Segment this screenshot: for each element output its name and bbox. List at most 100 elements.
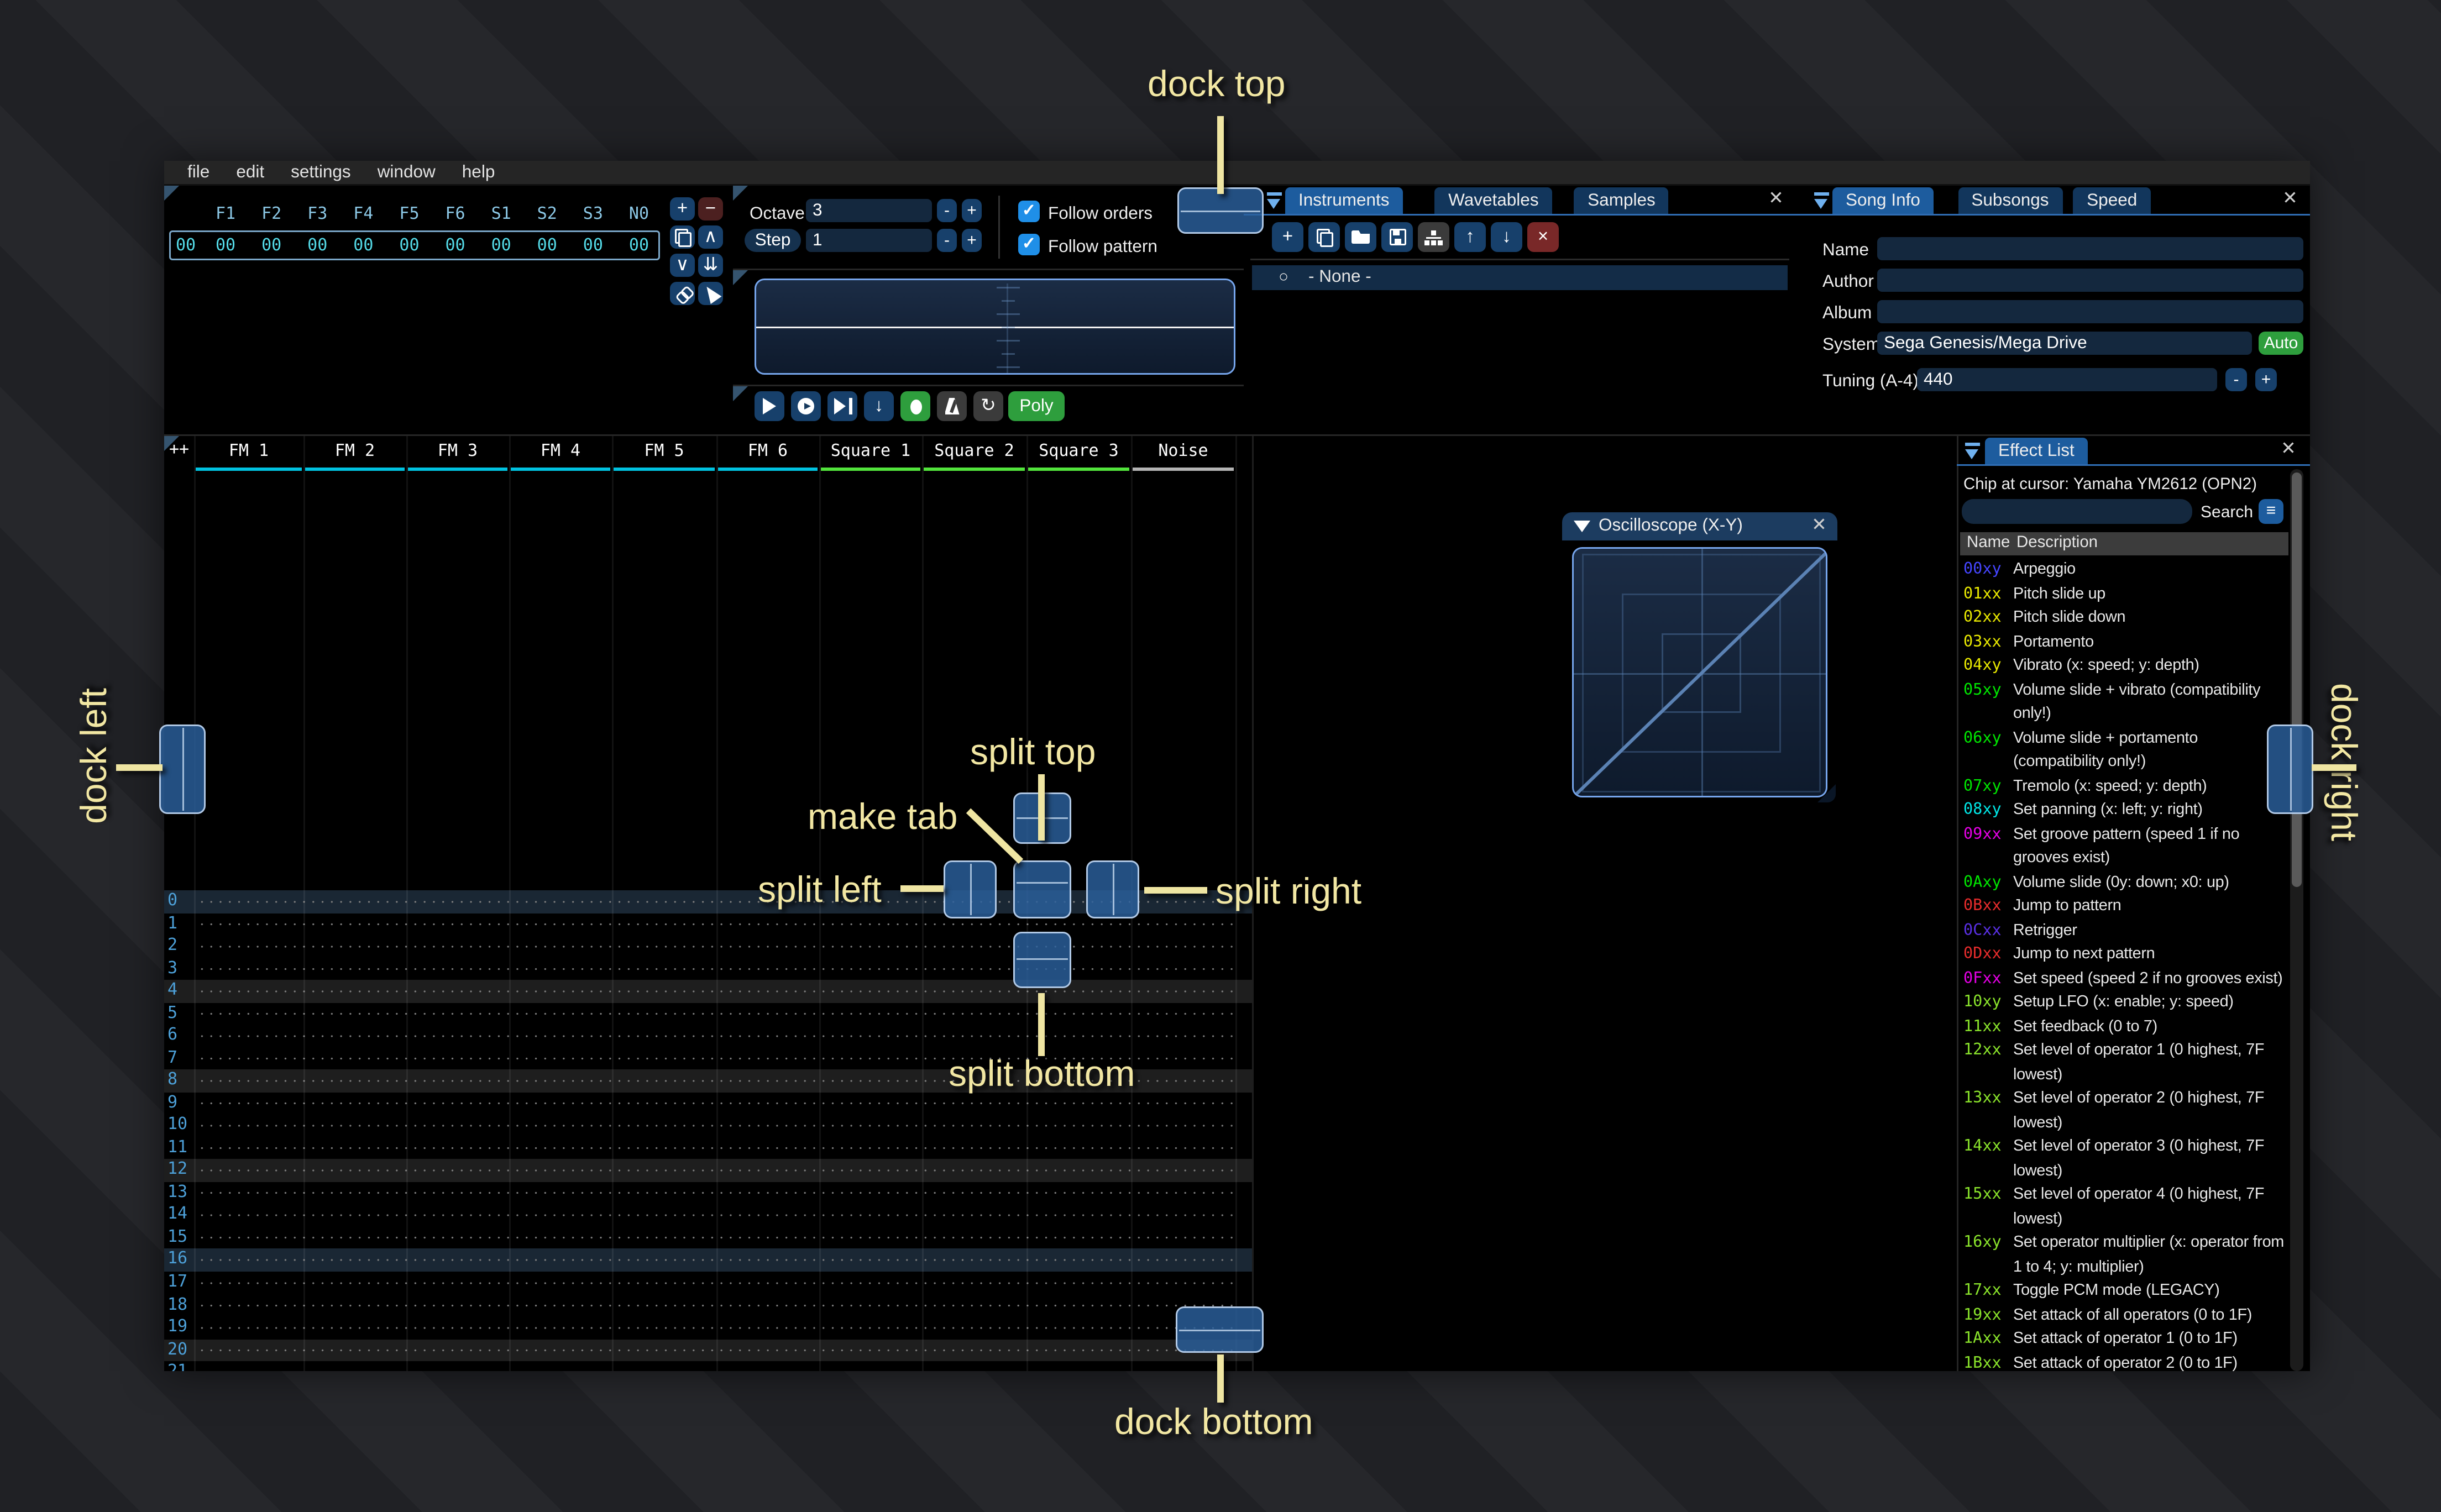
- effect-row[interactable]: 0Axy Volume slide (0y: down; x0: up): [1963, 872, 2288, 896]
- order-cell[interactable]: 00: [491, 237, 511, 255]
- pattern-row[interactable]: 12: [164, 1159, 1252, 1182]
- tab-subsongs[interactable]: Subsongs: [1958, 187, 2062, 214]
- order-cell[interactable]: 00: [583, 237, 603, 255]
- record-button[interactable]: [900, 391, 930, 421]
- pattern-row[interactable]: 13: [164, 1182, 1252, 1205]
- close-instruments-icon[interactable]: ✕: [1766, 189, 1786, 209]
- step-input[interactable]: 1: [806, 229, 932, 252]
- close-oscilloscope-icon[interactable]: ✕: [1809, 516, 1829, 536]
- order-cell[interactable]: 00: [353, 237, 373, 255]
- channel-header-fm-2[interactable]: FM 2: [303, 443, 406, 461]
- order-cell[interactable]: 00: [399, 237, 419, 255]
- channel-header-fm-3[interactable]: FM 3: [406, 443, 509, 461]
- delete-instrument-button[interactable]: ×: [1527, 222, 1559, 252]
- tab-instruments[interactable]: Instruments: [1285, 187, 1403, 214]
- order-cell[interactable]: 00: [537, 237, 557, 255]
- collapse-panel-icon[interactable]: [1813, 191, 1832, 211]
- name-input[interactable]: [1877, 237, 2303, 260]
- tab-song-info[interactable]: Song Info: [1832, 187, 1934, 214]
- effect-search-input[interactable]: [1962, 499, 2192, 524]
- duplicate-order-button[interactable]: [670, 225, 695, 249]
- move-instrument-up-button[interactable]: ↑: [1454, 222, 1486, 252]
- menu-item-file[interactable]: file: [174, 160, 223, 185]
- effect-row[interactable]: 04xy Vibrato (x: speed; y: depth): [1963, 655, 2288, 679]
- pattern-row[interactable]: 15: [164, 1226, 1252, 1250]
- effect-row[interactable]: 01xx Pitch slide up: [1963, 583, 2288, 607]
- effect-row[interactable]: 02xx Pitch slide down: [1963, 607, 2288, 631]
- pattern-row[interactable]: 5: [164, 1002, 1252, 1025]
- pattern-row[interactable]: 11: [164, 1137, 1252, 1160]
- pattern-row[interactable]: 19: [164, 1316, 1252, 1339]
- effect-row[interactable]: 03xx Portamento: [1963, 631, 2288, 655]
- order-cell[interactable]: 00: [446, 237, 465, 255]
- menu-item-help[interactable]: help: [449, 160, 509, 185]
- oscilloscope-window[interactable]: Oscilloscope (X-Y) ✕: [1562, 512, 1837, 804]
- effect-row[interactable]: 12xx Set level of operator 1 (0 highest, …: [1963, 1040, 2288, 1088]
- effect-row[interactable]: 19xx Set attack of all operators (0 to 1F…: [1963, 1304, 2288, 1329]
- order-change-mode-button[interactable]: [698, 282, 723, 305]
- remove-order-button[interactable]: −: [698, 197, 723, 221]
- menu-item-window[interactable]: window: [364, 160, 449, 185]
- effect-row[interactable]: 0Bxx Jump to pattern: [1963, 895, 2288, 920]
- metronome-button[interactable]: [937, 391, 967, 421]
- tab-effect-list[interactable]: Effect List: [1985, 438, 2088, 464]
- duplicate-instrument-button[interactable]: [1308, 222, 1340, 252]
- save-instrument-button[interactable]: [1381, 222, 1413, 252]
- effect-row[interactable]: 1Bxx Set attack of operator 2 (0 to 1F): [1963, 1352, 2288, 1372]
- octave-decrease-button[interactable]: -: [937, 199, 957, 222]
- add-instrument-button[interactable]: +: [1272, 222, 1303, 252]
- pattern-row[interactable]: 10: [164, 1114, 1252, 1137]
- step-increase-button[interactable]: +: [962, 229, 982, 252]
- effect-row[interactable]: 11xx Set feedback (0 to 7): [1963, 1016, 2288, 1040]
- duplicate-order-end-button[interactable]: ⇊: [698, 254, 723, 277]
- dock-left-target[interactable]: [159, 725, 206, 814]
- effect-row[interactable]: 17xx Toggle PCM mode (LEGACY): [1963, 1280, 2288, 1304]
- deep-clone-order-button[interactable]: [670, 282, 695, 305]
- channel-header-square-1[interactable]: Square 1: [819, 443, 922, 461]
- effect-row[interactable]: 16xy Set operator multiplier (x: operator…: [1963, 1232, 2288, 1280]
- tuning-increase-button[interactable]: +: [2255, 368, 2277, 391]
- collapse-window-icon[interactable]: [1574, 521, 1590, 532]
- tuning-input[interactable]: 440: [1917, 368, 2217, 391]
- poly-toggle-button[interactable]: Poly: [1008, 391, 1065, 421]
- collapse-panel-icon[interactable]: [1265, 191, 1285, 211]
- pattern-row[interactable]: 20: [164, 1338, 1252, 1362]
- channel-header-square-2[interactable]: Square 2: [922, 443, 1026, 461]
- octave-increase-button[interactable]: +: [962, 199, 982, 222]
- master-oscilloscope[interactable]: [755, 279, 1235, 375]
- pattern-row[interactable]: 17: [164, 1272, 1252, 1294]
- play-button[interactable]: [755, 391, 784, 421]
- channel-header-fm-5[interactable]: FM 5: [612, 443, 716, 461]
- add-order-button[interactable]: +: [670, 197, 695, 221]
- effect-row[interactable]: 0Fxx Set speed (speed 2 if no grooves exi…: [1963, 968, 2288, 992]
- scrollbar-thumb[interactable]: [2292, 473, 2302, 887]
- pattern-row[interactable]: 3: [164, 957, 1252, 980]
- effect-row[interactable]: 00xy Arpeggio: [1963, 559, 2288, 583]
- dock-top-target[interactable]: [1177, 187, 1264, 234]
- pattern-row[interactable]: 4: [164, 980, 1252, 1002]
- tab-wavetables[interactable]: Wavetables: [1435, 187, 1552, 214]
- pattern-row[interactable]: 21: [164, 1361, 1252, 1371]
- open-instrument-button[interactable]: [1345, 222, 1376, 252]
- effect-row[interactable]: 14xx Set level of operator 3 (0 highest, …: [1963, 1136, 2288, 1184]
- album-input[interactable]: [1877, 300, 2303, 323]
- auto-system-button[interactable]: Auto: [2259, 332, 2303, 355]
- order-cell[interactable]: 00: [216, 237, 235, 255]
- move-order-up-button[interactable]: ∧: [698, 225, 723, 249]
- octave-input[interactable]: 3: [806, 199, 932, 222]
- channel-header-fm-4[interactable]: FM 4: [509, 443, 612, 461]
- effect-row[interactable]: 0Dxx Jump to next pattern: [1963, 943, 2288, 968]
- pattern-expand-button[interactable]: ++: [169, 441, 189, 459]
- play-from-cursor-button[interactable]: [791, 391, 821, 421]
- effect-row[interactable]: 07xy Tremolo (x: speed; y: depth): [1963, 775, 2288, 800]
- make-tab-target[interactable]: [1013, 860, 1071, 918]
- order-cell[interactable]: 00: [307, 237, 327, 255]
- effect-row[interactable]: 05xy Volume slide + vibrato (compatibilit…: [1963, 679, 2288, 727]
- oscilloscope-titlebar[interactable]: Oscilloscope (X-Y) ✕: [1562, 512, 1837, 540]
- author-input[interactable]: [1877, 269, 2303, 292]
- menu-item-settings[interactable]: settings: [277, 160, 364, 185]
- effect-list-scrollbar[interactable]: [2290, 469, 2303, 1371]
- channel-header-fm-6[interactable]: FM 6: [716, 443, 819, 461]
- follow-orders-checkbox[interactable]: ✓: [1018, 201, 1040, 222]
- close-effect-list-icon[interactable]: ✕: [2278, 439, 2298, 459]
